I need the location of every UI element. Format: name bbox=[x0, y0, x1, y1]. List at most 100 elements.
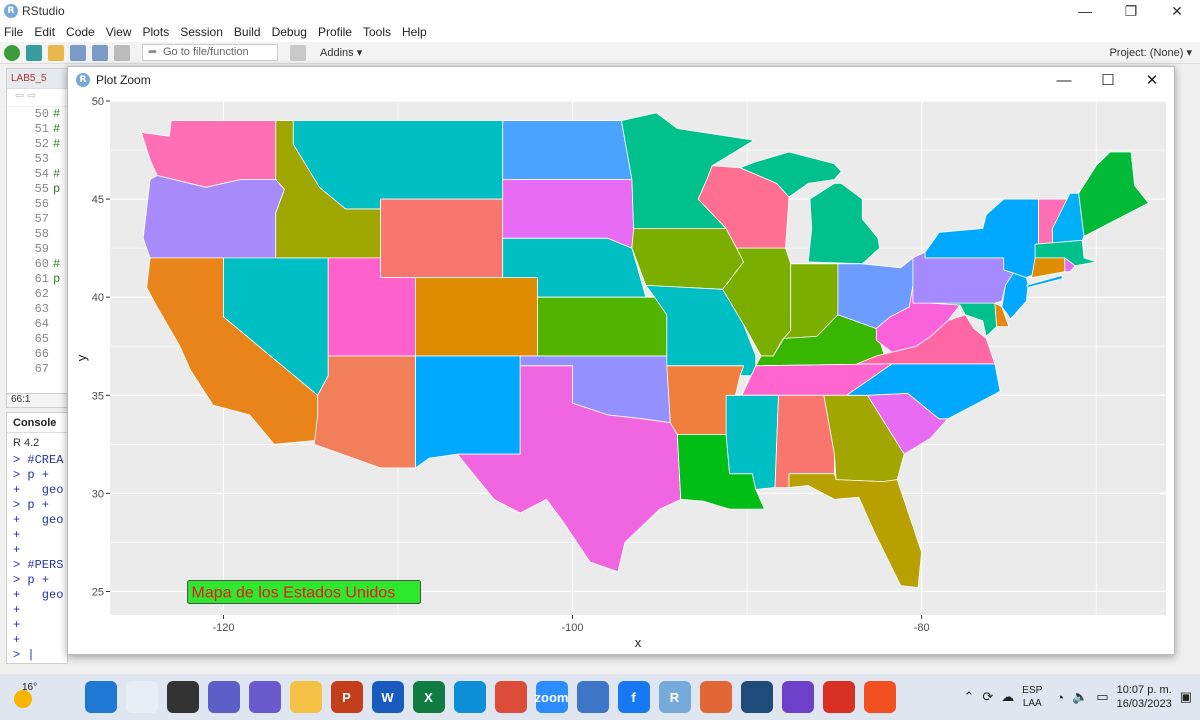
x-tick-label: -120 bbox=[212, 622, 234, 634]
line-number: 65 bbox=[34, 332, 49, 346]
editor-line: 51 # bbox=[29, 122, 67, 137]
line-number: 61 bbox=[34, 272, 49, 286]
addins-label: Addins bbox=[320, 47, 354, 59]
task-view-icon[interactable] bbox=[166, 681, 199, 713]
windows-start-icon[interactable] bbox=[84, 681, 117, 713]
editor-line: 63 bbox=[29, 302, 67, 317]
plot-zoom-minimize-button[interactable]: — bbox=[1042, 67, 1086, 93]
save-all-icon[interactable] bbox=[92, 44, 108, 61]
menu-profile[interactable]: Profile bbox=[318, 25, 352, 39]
right-panes bbox=[1174, 68, 1200, 664]
excel-icon[interactable]: X bbox=[412, 681, 445, 713]
zoom-icon[interactable]: zoom bbox=[535, 681, 568, 713]
line-number: 63 bbox=[34, 302, 49, 316]
line-code: # bbox=[53, 122, 61, 136]
menu-help[interactable]: Help bbox=[402, 25, 427, 39]
chrome-profile-icon[interactable] bbox=[822, 681, 855, 713]
sync-icon[interactable]: ⟳ bbox=[982, 689, 993, 705]
addins-menu[interactable]: Addins ▾ bbox=[320, 46, 362, 59]
plot-zoom-close-button[interactable]: ✕ bbox=[1130, 67, 1174, 93]
clock-date: 16/03/2023 bbox=[1116, 698, 1172, 710]
paint-icon[interactable] bbox=[863, 681, 896, 713]
editor-line: 58 bbox=[29, 227, 67, 242]
menu-code[interactable]: Code bbox=[66, 25, 95, 39]
plot-zoom-title: Plot Zoom bbox=[96, 73, 151, 87]
y-tick-label: 50 bbox=[92, 96, 104, 108]
rstudio-icon[interactable]: R bbox=[658, 681, 691, 713]
minimize-button[interactable]: — bbox=[1062, 0, 1108, 22]
project-menu[interactable]: Project: (None) ▾ bbox=[1109, 46, 1192, 59]
console-tab[interactable]: Console bbox=[7, 413, 67, 433]
clock[interactable]: 10:07 p. m. 16/03/2023 bbox=[1117, 683, 1172, 711]
chat-icon[interactable] bbox=[207, 681, 240, 713]
editor-line: 56 bbox=[29, 197, 67, 212]
state-pennsylvania bbox=[912, 251, 1015, 304]
us-states-map-plot: -120 -100 -80 25 30 35 40 45 50 x y Mapa de los Est… bbox=[74, 96, 1166, 650]
wifi-icon[interactable]: ◔ bbox=[1056, 690, 1064, 705]
print-icon[interactable] bbox=[114, 44, 130, 61]
menu-session[interactable]: Session bbox=[180, 25, 223, 39]
volume-icon[interactable]: 🔈 bbox=[1072, 689, 1088, 705]
sumatra-icon[interactable] bbox=[576, 681, 609, 713]
notifications-icon[interactable]: ▣ bbox=[1180, 689, 1192, 705]
battery-icon[interactable]: ▭ bbox=[1096, 689, 1108, 705]
matlab-icon[interactable] bbox=[699, 681, 732, 713]
editor-tab[interactable]: LAB5_5 bbox=[7, 69, 67, 89]
facebook-icon[interactable]: f bbox=[617, 681, 650, 713]
browser-globe-icon[interactable] bbox=[740, 681, 773, 713]
line-number: 55 bbox=[34, 182, 49, 196]
line-number: 54 bbox=[34, 167, 49, 181]
line-code: # bbox=[53, 257, 61, 271]
network-icon[interactable]: ☁ bbox=[1001, 689, 1014, 705]
widgets-icon[interactable] bbox=[248, 681, 281, 713]
r-logo-icon: R bbox=[76, 73, 90, 87]
line-number: 56 bbox=[34, 197, 49, 211]
menu-edit[interactable]: Edit bbox=[34, 25, 55, 39]
bottom-pane-edge bbox=[68, 654, 1174, 668]
y-tick-label: 25 bbox=[92, 586, 104, 598]
editor-line: 54 # bbox=[29, 167, 67, 182]
weather-widget[interactable]: 16° bbox=[8, 682, 38, 712]
open-file-icon[interactable] bbox=[48, 44, 64, 61]
line-code: # bbox=[53, 137, 61, 151]
console-lines[interactable]: > #CREA > p + + geo > p + + geo + + > #PERS > p … bbox=[7, 453, 67, 663]
word-icon[interactable]: W bbox=[371, 681, 404, 713]
save-icon[interactable] bbox=[70, 44, 86, 61]
new-file-icon[interactable] bbox=[4, 44, 20, 61]
editor-line: 67 bbox=[29, 362, 67, 377]
console-line: + bbox=[13, 603, 21, 617]
search-icon[interactable] bbox=[125, 681, 158, 713]
menu-file[interactable]: File bbox=[4, 25, 23, 39]
editor-line: 64 bbox=[29, 317, 67, 332]
console-pane: Console R 4.2 > #CREA > p + + geo > p + + ge… bbox=[6, 412, 68, 664]
editor-lines[interactable]: 50 #51 #52 #53 54 #55 p 56 57 58 59 60 #61 p 62 63 64 65 6… bbox=[7, 107, 67, 377]
chrome-icon[interactable] bbox=[494, 681, 527, 713]
plot-zoom-maximize-button[interactable]: ☐ bbox=[1086, 67, 1130, 93]
editor-nav-arrows[interactable]: ⇦ ⇨ bbox=[7, 89, 67, 107]
language-indicator[interactable]: ESP LAA bbox=[1022, 684, 1042, 710]
powerpoint-icon[interactable]: P bbox=[330, 681, 363, 713]
menu-tools[interactable]: Tools bbox=[363, 25, 391, 39]
menu-debug[interactable]: Debug bbox=[272, 25, 307, 39]
r-version: R 4.2 bbox=[13, 437, 40, 449]
chevron-up-icon[interactable]: ⌃ bbox=[963, 689, 974, 705]
grid-layout-icon[interactable] bbox=[290, 44, 306, 61]
line-number: 62 bbox=[34, 287, 49, 301]
github-icon[interactable] bbox=[781, 681, 814, 713]
goto-file-input[interactable]: Go to file/function bbox=[142, 44, 278, 61]
console-line: > p + bbox=[13, 468, 50, 482]
state-oregon bbox=[142, 175, 285, 259]
menu-build[interactable]: Build bbox=[234, 25, 261, 39]
menu-view[interactable]: View bbox=[106, 25, 132, 39]
restore-button[interactable]: ❐ bbox=[1108, 0, 1154, 22]
edge-icon[interactable] bbox=[453, 681, 486, 713]
editor-line: 59 bbox=[29, 242, 67, 257]
line-number: 59 bbox=[34, 242, 49, 256]
close-button[interactable]: ✕ bbox=[1154, 0, 1200, 22]
system-tray: ⌃ ⟳ ☁ ESP LAA ◔ 🔈 ▭ 10:07 p. m. 16/03/20… bbox=[963, 674, 1200, 720]
language-bottom: LAA bbox=[1022, 698, 1042, 709]
file-explorer-icon[interactable] bbox=[289, 681, 322, 713]
new-project-icon[interactable] bbox=[26, 44, 42, 61]
line-number: 50 bbox=[34, 107, 49, 121]
menu-plots[interactable]: Plots bbox=[143, 25, 170, 39]
